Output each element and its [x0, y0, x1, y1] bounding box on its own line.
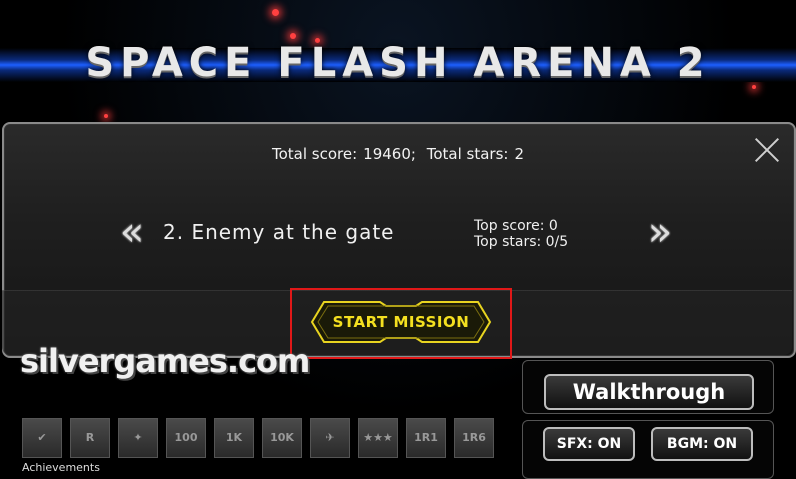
top-stars: Top stars: 0/5 [474, 234, 569, 250]
highlight-box [290, 288, 512, 359]
achievement-badge[interactable]: 100 [166, 418, 206, 458]
walkthrough-button[interactable]: Walkthrough [544, 374, 754, 410]
achievements-label: Achievements [22, 461, 100, 474]
next-mission-arrow-icon[interactable]: » [640, 212, 680, 252]
achievement-badge[interactable]: 1R6 [454, 418, 494, 458]
bgm-toggle-button[interactable]: BGM: ON [651, 427, 753, 461]
total-score-label: Total score: [271, 145, 358, 163]
achievement-badge[interactable]: 1R1 [406, 418, 446, 458]
achievement-badge[interactable]: 10K [262, 418, 302, 458]
previous-mission-arrow-icon[interactable]: « [112, 212, 152, 252]
mission-name: 2. Enemy at the gate [163, 220, 395, 244]
achievement-badge[interactable]: ✦ [118, 418, 158, 458]
totals-line: Total score: 19460; Total stars: 2 [0, 145, 796, 163]
achievement-badge[interactable]: R [70, 418, 110, 458]
top-score: Top score: 0 [474, 218, 558, 234]
red-star-icon [104, 114, 108, 118]
total-stars-value: 2 [514, 145, 524, 163]
mission-top-info: Top score: 0 Top stars: 0/5 [474, 218, 568, 250]
achievement-badge[interactable]: ✈ [310, 418, 350, 458]
achievement-badge[interactable]: ★★★ [358, 418, 398, 458]
silvergames-logo[interactable]: silvergames.com [20, 342, 310, 380]
achievement-badge[interactable]: ✔ [22, 418, 62, 458]
achievement-badge[interactable]: 1K [214, 418, 254, 458]
total-stars-label: Total stars: [426, 145, 509, 163]
total-score-value: 19460; [363, 145, 416, 163]
red-star-icon [272, 9, 279, 16]
red-star-icon [290, 33, 296, 39]
close-icon[interactable] [753, 136, 781, 164]
sfx-toggle-button[interactable]: SFX: ON [543, 427, 635, 461]
game-title: SPACE FLASH ARENA 2 [85, 40, 711, 86]
